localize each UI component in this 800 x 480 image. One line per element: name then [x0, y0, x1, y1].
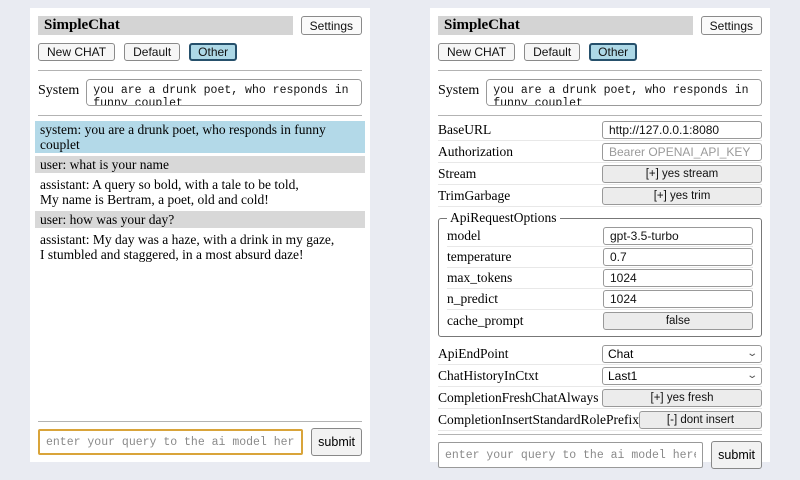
system-prompt-label: System [438, 79, 479, 99]
settings-panel: SimpleChat Settings New CHAT Default Oth… [430, 8, 770, 462]
setting-row-authorization: Authorization [438, 141, 762, 163]
setting-row-cache-prompt: cache_prompt false [447, 310, 753, 331]
message-assistant: assistant: My day was a haze, with a dri… [35, 231, 365, 263]
setting-row-max-tokens: max_tokens [447, 268, 753, 289]
setting-row-baseurl: BaseURL [438, 119, 762, 141]
baseurl-input[interactable] [602, 121, 762, 139]
setting-row-n-predict: n_predict [447, 289, 753, 310]
system-prompt-input[interactable]: you are a drunk poet, who responds in fu… [86, 79, 362, 106]
header: SimpleChat Settings [38, 16, 362, 35]
api-endpoint-selected-value: Chat [608, 347, 633, 361]
message-assistant: assistant: A query so bold, with a tale … [35, 176, 365, 208]
setting-row-temperature: temperature [447, 247, 753, 268]
divider [438, 115, 762, 116]
setting-row-api-endpoint: ApiEndPoint Chat ⌄ [438, 343, 762, 365]
completion-insert-standard-role-prefix-label: CompletionInsertStandardRolePrefix [438, 412, 639, 428]
authorization-input[interactable] [602, 143, 762, 161]
chat-panel: SimpleChat Settings New CHAT Default Oth… [30, 8, 370, 462]
query-row: submit [38, 428, 362, 456]
query-input[interactable] [38, 429, 303, 455]
completion-fresh-chat-always-label: CompletionFreshChatAlways [438, 390, 602, 406]
message-system: system: you are a drunk poet, who respon… [35, 121, 365, 153]
divider [38, 115, 362, 116]
setting-row-model: model [447, 226, 753, 247]
app-title: SimpleChat [38, 16, 293, 35]
submit-button[interactable]: submit [711, 441, 762, 469]
divider [38, 421, 362, 422]
message-user: user: how was your day? [35, 211, 365, 228]
api-request-options-group: ApiRequestOptions model temperature max_… [438, 210, 762, 337]
setting-row-chat-history-in-ctxt: ChatHistoryInCtxt Last1 ⌄ [438, 365, 762, 387]
session-other-button[interactable]: Other [189, 43, 237, 61]
query-input[interactable] [438, 442, 703, 468]
divider [438, 70, 762, 71]
max-tokens-label: max_tokens [447, 270, 603, 286]
setting-row-completion-insert-standard-role-prefix: CompletionInsertStandardRolePrefix [-] d… [438, 409, 762, 431]
session-default-button[interactable]: Default [524, 43, 580, 61]
system-prompt-input[interactable]: you are a drunk poet, who responds in fu… [486, 79, 762, 106]
temperature-input[interactable] [603, 248, 753, 266]
chevron-down-icon: ⌄ [746, 371, 758, 381]
message-user: user: what is your name [35, 156, 365, 173]
settings-button[interactable]: Settings [301, 16, 362, 35]
model-input[interactable] [603, 227, 753, 245]
session-toolbar: New CHAT Default Other [38, 43, 362, 61]
system-prompt-row: System you are a drunk poet, who respond… [438, 79, 762, 106]
api-endpoint-label: ApiEndPoint [438, 346, 602, 362]
two-panel-layout: SimpleChat Settings New CHAT Default Oth… [0, 0, 800, 470]
new-chat-button[interactable]: New CHAT [438, 43, 515, 61]
temperature-label: temperature [447, 249, 603, 265]
header: SimpleChat Settings [438, 16, 762, 35]
spacer [38, 266, 362, 418]
system-prompt-label: System [38, 79, 79, 99]
session-default-button[interactable]: Default [124, 43, 180, 61]
trimgarbage-label: TrimGarbage [438, 188, 602, 204]
setting-row-trimgarbage: TrimGarbage [+] yes trim [438, 185, 762, 207]
chat-history-in-ctxt-select[interactable]: Last1 ⌄ [602, 367, 762, 385]
n-predict-label: n_predict [447, 291, 603, 307]
max-tokens-input[interactable] [603, 269, 753, 287]
completion-insert-role-prefix-toggle-button[interactable]: [-] dont insert [639, 411, 762, 429]
app-title: SimpleChat [438, 16, 693, 35]
api-endpoint-select[interactable]: Chat ⌄ [602, 345, 762, 363]
setting-row-completion-fresh-chat-always: CompletionFreshChatAlways [+] yes fresh [438, 387, 762, 409]
session-other-button[interactable]: Other [589, 43, 637, 61]
cache-prompt-label: cache_prompt [447, 313, 603, 329]
baseurl-label: BaseURL [438, 122, 602, 138]
divider [38, 70, 362, 71]
chat-history-in-ctxt-label: ChatHistoryInCtxt [438, 368, 602, 384]
n-predict-input[interactable] [603, 290, 753, 308]
api-request-options-legend: ApiRequestOptions [447, 210, 560, 226]
settings-button[interactable]: Settings [701, 16, 762, 35]
session-toolbar: New CHAT Default Other [438, 43, 762, 61]
authorization-label: Authorization [438, 144, 602, 160]
completion-fresh-chat-toggle-button[interactable]: [+] yes fresh [602, 389, 762, 407]
submit-button[interactable]: submit [311, 428, 362, 456]
stream-label: Stream [438, 166, 602, 182]
chat-history-selected-value: Last1 [608, 369, 637, 383]
system-prompt-row: System you are a drunk poet, who respond… [38, 79, 362, 106]
stream-toggle-button[interactable]: [+] yes stream [602, 165, 762, 183]
query-row: submit [438, 441, 762, 469]
model-label: model [447, 228, 603, 244]
chevron-down-icon: ⌄ [746, 349, 758, 359]
trimgarbage-toggle-button[interactable]: [+] yes trim [602, 187, 762, 205]
new-chat-button[interactable]: New CHAT [38, 43, 115, 61]
cache-prompt-toggle-button[interactable]: false [603, 312, 753, 330]
divider [438, 434, 762, 435]
setting-row-stream: Stream [+] yes stream [438, 163, 762, 185]
chat-message-list: system: you are a drunk poet, who respon… [35, 121, 365, 266]
